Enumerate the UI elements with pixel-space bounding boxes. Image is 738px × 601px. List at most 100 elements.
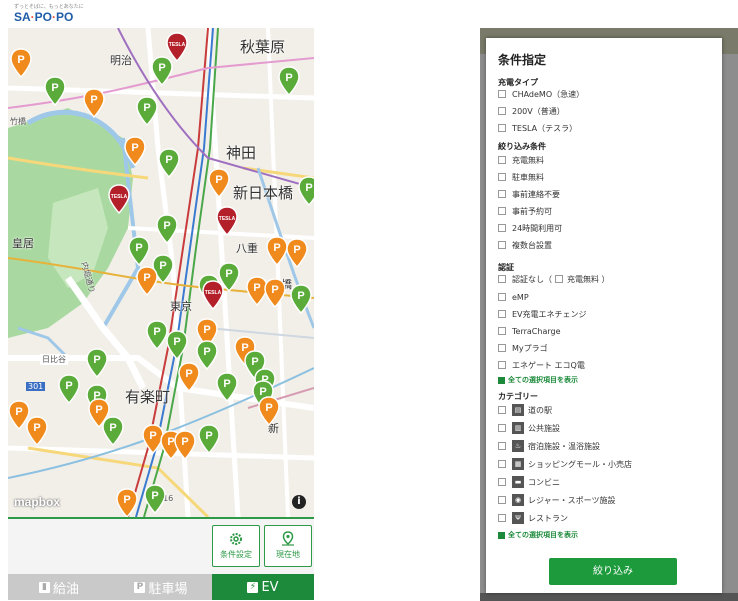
auth-heading: 認証 <box>498 263 514 272</box>
map-label-takebashi: 竹橋 <box>10 117 26 126</box>
ev-charger-pin[interactable]: P <box>136 266 158 296</box>
tesla-charger-pin[interactable]: TESLA <box>166 32 188 62</box>
checkbox[interactable] <box>498 310 506 318</box>
tesla-charger-pin[interactable]: TESLA <box>216 206 238 236</box>
option-terracharge[interactable]: TerraCharge <box>498 325 561 337</box>
info-icon[interactable]: i <box>292 495 306 509</box>
parking-p-label: P <box>90 94 97 106</box>
ev-charger-pin[interactable]: P <box>158 148 180 178</box>
checkbox[interactable] <box>498 190 506 198</box>
option-reservation[interactable]: 事前予約可 <box>498 205 552 217</box>
option-enegate[interactable]: エネゲート エコQ電 <box>498 359 585 371</box>
option-convenience[interactable]: ▬ コンビニ <box>498 476 560 488</box>
ev-charger-pin[interactable]: P <box>298 176 314 206</box>
public-facility-icon: ▥ <box>512 422 524 434</box>
ev-charger-pin[interactable]: P <box>144 484 166 514</box>
checkbox[interactable] <box>498 406 506 414</box>
option-free-charge[interactable]: 充電無料 <box>498 154 544 166</box>
current-location-button[interactable]: 現在地 <box>264 525 312 567</box>
ev-charger-pin[interactable]: P <box>208 168 230 198</box>
checkbox[interactable] <box>498 496 506 504</box>
checkbox-auth-free[interactable] <box>555 275 563 283</box>
ev-charger-pin[interactable]: P <box>146 320 168 350</box>
ev-charger-pin[interactable]: P <box>264 278 286 308</box>
filter-submit-button[interactable]: 絞り込み <box>549 558 677 585</box>
checkbox[interactable] <box>498 478 506 486</box>
checkbox[interactable] <box>498 361 506 369</box>
option-24h[interactable]: 24時間利用可 <box>498 222 562 234</box>
tab-parking[interactable]: P 駐車場 <box>110 574 212 600</box>
checkbox[interactable] <box>498 156 506 164</box>
show-all-auth-link[interactable]: 全ての選択項目を表示 <box>498 375 578 385</box>
option-multiple[interactable]: 複数台設置 <box>498 239 552 251</box>
ev-charger-pin[interactable]: P <box>286 238 308 268</box>
ev-charger-pin[interactable]: P <box>290 284 312 314</box>
ev-charger-pin[interactable]: P <box>156 214 178 244</box>
ev-charger-pin[interactable]: P <box>26 416 48 446</box>
parking-p-label: P <box>51 82 58 94</box>
ev-charger-pin[interactable]: P <box>128 236 150 266</box>
option-enechange[interactable]: EV充電エネチェンジ <box>498 308 587 320</box>
option-myplago[interactable]: Myプラゴ <box>498 342 548 354</box>
checkbox[interactable] <box>498 442 506 450</box>
checkbox[interactable] <box>498 293 506 301</box>
option-chademo[interactable]: CHAdeMO（急速） <box>498 88 584 100</box>
option-no-contact[interactable]: 事前連絡不要 <box>498 188 560 200</box>
ev-charger-pin[interactable]: P <box>278 66 300 96</box>
checkbox[interactable] <box>498 275 506 283</box>
ev-charger-pin[interactable]: P <box>83 88 105 118</box>
checkbox[interactable] <box>498 344 506 352</box>
tesla-charger-pin[interactable]: TESLA <box>202 280 224 310</box>
ev-charger-pin[interactable]: P <box>174 430 196 460</box>
tab-fuel[interactable]: ▮ 給油 <box>8 574 110 600</box>
option-lodging[interactable]: ♨ 宿泊施設・温浴施設 <box>498 440 600 452</box>
option-200v[interactable]: 200V（普通） <box>498 105 565 117</box>
checkbox[interactable] <box>498 90 506 98</box>
checkbox[interactable] <box>498 241 506 249</box>
option-michinoeki[interactable]: ▤ 道の駅 <box>498 404 552 416</box>
tesla-label: TESLA <box>111 194 128 200</box>
checkbox[interactable] <box>498 124 506 132</box>
tab-ev[interactable]: ⚡ EV <box>212 574 314 600</box>
option-shopping[interactable]: ▦ ショッピングモール・小売店 <box>498 458 632 470</box>
checkbox[interactable] <box>498 514 506 522</box>
parking-p-label: P <box>225 268 232 280</box>
parking-p-label: P <box>17 54 24 66</box>
option-public[interactable]: ▥ 公共施設 <box>498 422 560 434</box>
roadside-station-icon: ▤ <box>512 404 524 416</box>
option-tesla[interactable]: TESLA（テスラ） <box>498 122 577 134</box>
ev-charger-pin[interactable]: P <box>178 362 200 392</box>
checkbox[interactable] <box>498 224 506 232</box>
ev-charger-pin[interactable]: P <box>216 372 238 402</box>
show-all-category-link[interactable]: 全ての選択項目を表示 <box>498 530 578 540</box>
checkbox[interactable] <box>498 207 506 215</box>
checkbox[interactable] <box>498 327 506 335</box>
ev-charger-pin[interactable]: P <box>166 330 188 360</box>
parking-p-label: P <box>297 290 304 302</box>
ev-charger-pin[interactable]: P <box>198 424 220 454</box>
ev-charger-pin[interactable]: P <box>102 416 124 446</box>
option-no-auth[interactable]: 認証なし（ 充電無料 ） <box>498 273 610 285</box>
mapbox-attribution[interactable]: mapbox <box>14 495 60 509</box>
ev-charger-pin[interactable]: P <box>58 374 80 404</box>
ev-charger-pin[interactable]: P <box>116 488 138 517</box>
map-view[interactable]: 秋葉原 明治 神田 新日本橋 皇居 東京 本橋 有楽町 八重 新 内堀通り 日比… <box>8 28 314 517</box>
ev-charger-pin[interactable]: P <box>136 96 158 126</box>
checkbox[interactable] <box>498 173 506 181</box>
tesla-charger-pin[interactable]: TESLA <box>108 184 130 214</box>
ev-charger-pin[interactable]: P <box>86 348 108 378</box>
ev-charger-pin[interactable]: P <box>10 48 32 78</box>
checkbox[interactable] <box>498 107 506 115</box>
ev-charger-pin[interactable]: P <box>124 136 146 166</box>
checkbox[interactable] <box>498 460 506 468</box>
checkbox[interactable] <box>498 424 506 432</box>
ev-charger-pin[interactable]: P <box>266 236 288 266</box>
filter-settings-button[interactable]: 条件設定 <box>212 525 260 567</box>
option-leisure[interactable]: ◉ レジャー・スポーツ施設 <box>498 494 615 506</box>
option-free-parking[interactable]: 駐車無料 <box>498 171 544 183</box>
option-restaurant[interactable]: Ψ レストラン <box>498 512 568 524</box>
ev-charger-pin[interactable]: P <box>258 396 280 426</box>
parking-p-label: P <box>163 220 170 232</box>
option-emp[interactable]: eMP <box>498 291 529 303</box>
ev-charger-pin[interactable]: P <box>44 76 66 106</box>
